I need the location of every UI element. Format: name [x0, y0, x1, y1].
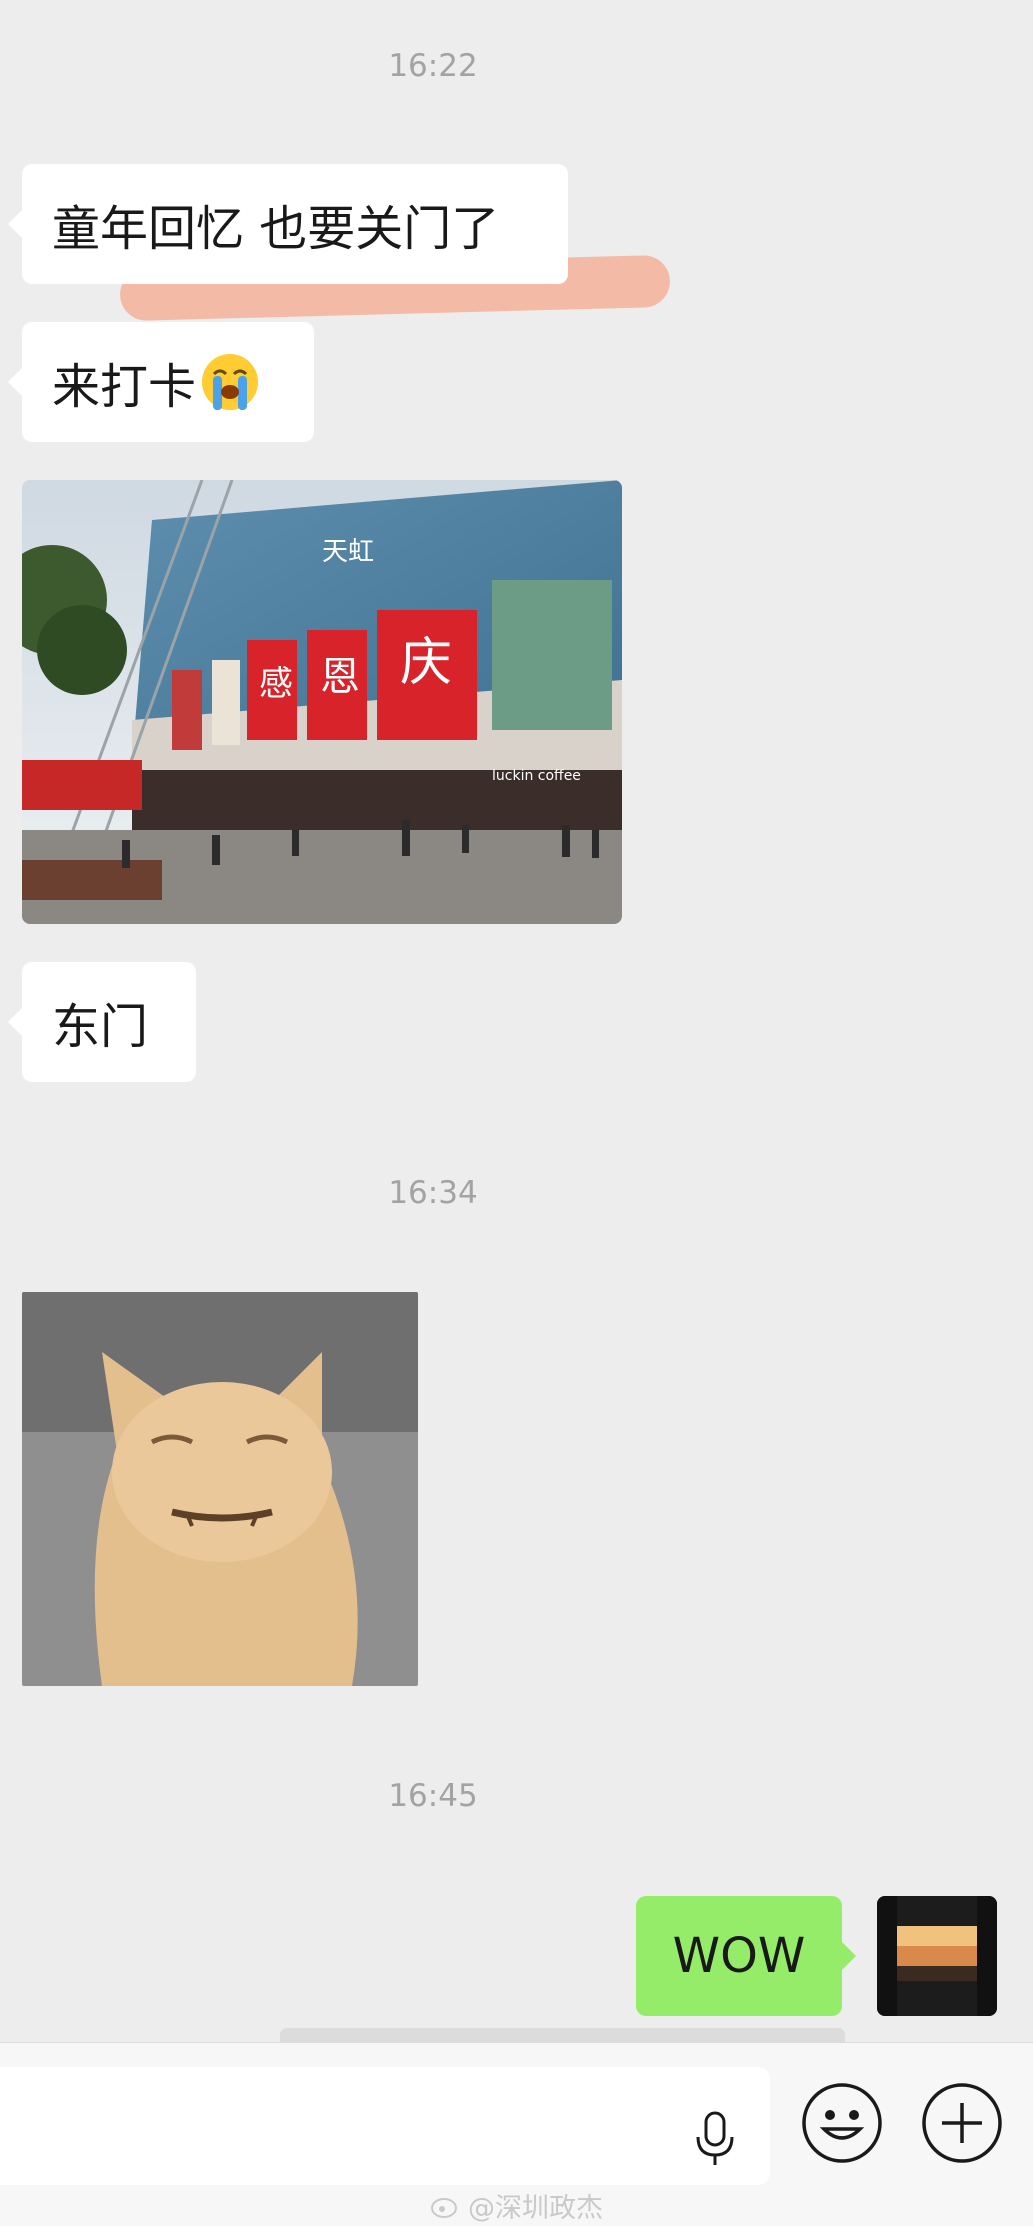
watermark-text: @深圳政杰: [468, 2193, 603, 2224]
banner-char: 庆: [400, 633, 452, 693]
timestamp: 16:45: [388, 1778, 478, 1814]
store-sign: luckin coffee: [492, 768, 581, 784]
message-text: 东门: [52, 999, 149, 1055]
message-input[interactable]: [0, 2067, 770, 2185]
microphone-icon[interactable]: [690, 2109, 740, 2169]
cat-sticker: [22, 1292, 418, 1686]
timestamp: 16:34: [388, 1175, 478, 1211]
banner-char: 感: [259, 664, 293, 704]
message-bubble[interactable]: 童年回忆 也要关门了: [8, 164, 568, 284]
smile-icon[interactable]: [800, 2081, 884, 2165]
timestamp: 16:22: [388, 48, 478, 84]
banner-char: 恩: [320, 654, 360, 700]
photo-message[interactable]: 感 恩 庆 天虹 luckin coffee: [22, 480, 622, 924]
message-bubble[interactable]: 东门: [8, 962, 196, 1082]
watermark: @深圳政杰: [430, 2186, 603, 2225]
mall-sign: 天虹: [322, 537, 374, 567]
message-text: 童年回忆 也要关门了: [52, 201, 500, 257]
message-text: 来打卡: [52, 359, 197, 415]
plus-icon[interactable]: [920, 2081, 1004, 2165]
message-bubble[interactable]: 来打卡: [8, 322, 314, 442]
mall-photo: 感 恩 庆 天虹 luckin coffee: [22, 480, 622, 924]
avatar-image: [877, 1896, 997, 2016]
message-bubble-outgoing[interactable]: WOW: [636, 1896, 856, 2016]
sticker-message[interactable]: [22, 1292, 418, 1686]
message-text: WOW: [672, 1928, 806, 1984]
crying-emoji-icon: [202, 354, 259, 410]
weibo-icon: [431, 2197, 457, 2218]
avatar[interactable]: [877, 1896, 997, 2016]
scroll-indicator: [280, 2028, 845, 2042]
